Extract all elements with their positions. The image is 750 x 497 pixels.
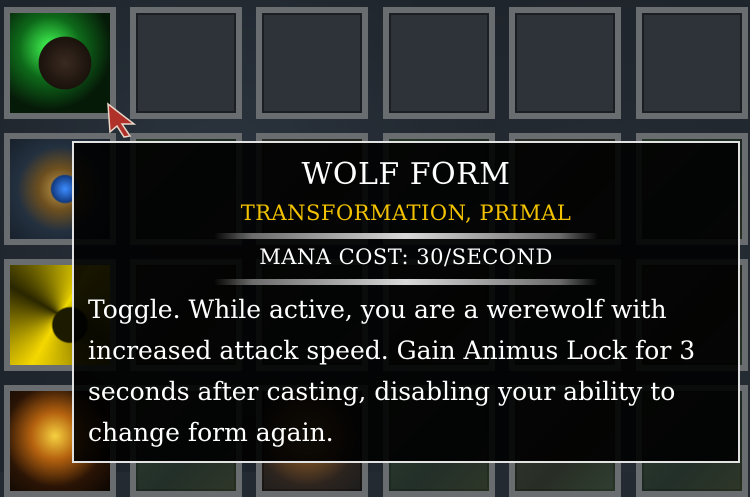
tooltip-description: Toggle. While active, you are a werewolf…	[88, 295, 696, 447]
ability-tooltip: WOLF FORM TRANSFORMATION, PRIMAL MANA CO…	[72, 141, 740, 463]
ability-slot-empty[interactable]	[130, 7, 242, 119]
tooltip-title: WOLF FORM	[301, 157, 511, 192]
divider	[214, 233, 598, 239]
ability-slot-empty[interactable]	[509, 7, 621, 119]
wolf-form-icon	[10, 13, 110, 113]
cursor-arrow-icon	[107, 102, 137, 138]
ability-slot-wolf-form[interactable]	[4, 7, 116, 119]
ability-slot-empty[interactable]	[636, 7, 748, 119]
ability-slot-empty[interactable]	[256, 7, 368, 119]
ability-slot-empty[interactable]	[383, 7, 495, 119]
tooltip-tags: TRANSFORMATION, PRIMAL	[240, 201, 572, 225]
divider	[214, 279, 598, 285]
tooltip-mana-cost: MANA COST: 30/SECOND	[259, 245, 553, 269]
